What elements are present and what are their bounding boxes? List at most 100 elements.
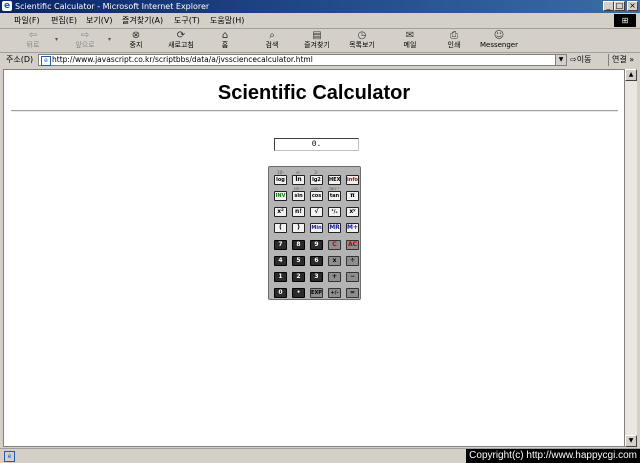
calc-key[interactable]: +: [328, 272, 341, 282]
calc-key[interactable]: ¹/ₓ: [328, 207, 341, 217]
refresh-icon: ⟳: [176, 30, 186, 41]
stop-button[interactable]: ⊗ 중지: [122, 30, 150, 52]
calc-key[interactable]: xʸ: [346, 207, 359, 217]
history-icon: ◷: [357, 30, 367, 41]
calc-key[interactable]: AC: [346, 240, 359, 250]
calc-key[interactable]: MR: [328, 223, 341, 233]
calc-key[interactable]: 4: [274, 256, 287, 266]
close-button[interactable]: ×: [627, 1, 638, 11]
calc-key-secondary-label: eˣ: [296, 170, 301, 175]
menu-file[interactable]: 파일(F): [14, 15, 40, 26]
forward-arrow-icon: ⇨: [80, 30, 90, 41]
address-input[interactable]: e http://www.javascript.co.kr/scriptbbs/…: [38, 54, 567, 66]
address-url[interactable]: http://www.javascript.co.kr/scriptbbs/da…: [52, 55, 313, 65]
menu-bar: 파일(F) 편집(E) 보기(V) 즐겨찾기(A) 도구(T) 도움말(H) ⊞: [0, 13, 640, 29]
address-dropdown-icon[interactable]: ▼: [555, 55, 566, 65]
menu-favorites[interactable]: 즐겨찾기(A): [122, 15, 163, 26]
calc-key[interactable]: INV: [274, 191, 287, 201]
calc-key[interactable]: (: [274, 223, 287, 233]
calc-key[interactable]: =: [346, 288, 359, 298]
print-button[interactable]: ⎙ 인쇄: [441, 30, 467, 52]
calculator-keypad: log 10ˣ ln eˣ lg2 2ˣ HEX info INV sin sin⁻¹ cos cos⁻…: [268, 166, 361, 300]
calc-key[interactable]: tan: [328, 191, 341, 201]
window-title: Scientific Calculator - Microsoft Intern…: [15, 2, 210, 11]
mail-button[interactable]: ✉ 메일: [396, 30, 424, 52]
stop-icon: ⊗: [131, 30, 141, 41]
page-content: Scientific Calculator 0. log 10ˣ ln eˣ lg2 2ˣ…: [3, 69, 625, 447]
calc-key[interactable]: 3: [310, 272, 323, 282]
calc-key-secondary-label: cos⁻¹: [311, 186, 322, 191]
scroll-up-icon[interactable]: ▲: [625, 69, 637, 81]
calc-key[interactable]: ÷: [346, 256, 359, 266]
calc-key[interactable]: x²: [274, 207, 287, 217]
ie-icon: e: [2, 1, 12, 11]
menu-tools[interactable]: 도구(T): [174, 15, 200, 26]
calc-key[interactable]: EXP: [310, 288, 323, 298]
mail-icon: ✉: [405, 30, 415, 41]
favorites-icon: ▤: [312, 30, 322, 41]
copyright-text: Copyright(c) http://www.happycgi.com: [466, 449, 640, 463]
calc-key[interactable]: 6: [310, 256, 323, 266]
go-button[interactable]: ⇨이동: [570, 54, 591, 66]
calc-key[interactable]: ): [292, 223, 305, 233]
scroll-down-icon[interactable]: ▼: [625, 435, 637, 447]
calc-key-secondary-label: tan⁻¹: [329, 186, 340, 191]
title-bar: e Scientific Calculator - Microsoft Inte…: [0, 0, 640, 13]
search-button[interactable]: ⌕ 검색: [258, 30, 286, 52]
back-button[interactable]: ⇦ 뒤로 ▾: [18, 30, 58, 52]
vertical-scrollbar[interactable]: ▲ ▼: [625, 69, 637, 447]
calc-key[interactable]: √: [310, 207, 323, 217]
calc-key[interactable]: •: [292, 288, 305, 298]
calc-key[interactable]: 2: [292, 272, 305, 282]
calc-key[interactable]: info: [346, 175, 359, 185]
calc-key[interactable]: lg2: [310, 175, 323, 185]
calc-key-secondary-label: 10ˣ: [277, 170, 284, 175]
calc-key[interactable]: −: [346, 272, 359, 282]
calc-key[interactable]: 1: [274, 272, 287, 282]
menu-help[interactable]: 도움말(H): [210, 15, 244, 26]
calc-key[interactable]: +/-: [328, 288, 341, 298]
page-icon: e: [41, 56, 51, 66]
back-arrow-icon: ⇦: [28, 30, 38, 41]
menu-edit[interactable]: 편집(E): [51, 15, 77, 26]
calc-key[interactable]: x: [328, 256, 341, 266]
calc-key[interactable]: cos: [310, 191, 323, 201]
calc-key[interactable]: n!: [292, 207, 305, 217]
calc-key[interactable]: M+: [346, 223, 359, 233]
go-arrow-icon: ⇨: [570, 55, 577, 64]
printer-icon: ⎙: [450, 30, 458, 41]
calc-key[interactable]: C: [328, 240, 341, 250]
favorites-button[interactable]: ▤ 즐겨찾기: [298, 30, 336, 52]
address-label: 주소(D): [6, 55, 34, 64]
minimize-button[interactable]: _: [603, 1, 614, 11]
calculator-display[interactable]: 0.: [274, 138, 359, 151]
history-button[interactable]: ◷ 목록보기: [343, 30, 381, 52]
maximize-button[interactable]: □: [614, 1, 625, 11]
menu-view[interactable]: 보기(V): [86, 15, 112, 26]
address-bar: 주소(D) e http://www.javascript.co.kr/scri…: [0, 53, 640, 67]
messenger-button[interactable]: ☺ Messenger: [474, 30, 524, 52]
calc-key[interactable]: log: [274, 175, 287, 185]
home-button[interactable]: ⌂ 홈: [214, 30, 236, 52]
forward-button[interactable]: ⇨ 앞으로 ▾: [68, 30, 111, 52]
calc-key[interactable]: 7: [274, 240, 287, 250]
links-button[interactable]: 연결 »: [608, 54, 634, 66]
calc-key[interactable]: 8: [292, 240, 305, 250]
calc-key[interactable]: ln: [292, 175, 305, 185]
calc-key[interactable]: 0: [274, 288, 287, 298]
calc-key[interactable]: π: [346, 191, 359, 201]
search-icon: ⌕: [269, 30, 275, 41]
calc-key[interactable]: sin: [292, 191, 305, 201]
messenger-icon: ☺: [493, 30, 505, 41]
page-status-icon: e: [4, 451, 15, 462]
toolbar: ⇦ 뒤로 ▾ ⇨ 앞으로 ▾ ⊗ 중지 ⟳ 새로고침 ⌂ 홈 ⌕ 검색 ▤ 즐겨…: [0, 29, 640, 53]
forward-dropdown-icon[interactable]: ▾: [108, 36, 111, 43]
calc-key[interactable]: HEX: [328, 175, 341, 185]
calc-key[interactable]: Min: [310, 223, 323, 233]
windows-logo-icon: ⊞: [614, 14, 636, 27]
refresh-button[interactable]: ⟳ 새로고침: [161, 30, 201, 52]
calc-key[interactable]: 9: [310, 240, 323, 250]
back-dropdown-icon[interactable]: ▾: [55, 36, 58, 43]
home-icon: ⌂: [221, 30, 229, 41]
calc-key[interactable]: 5: [292, 256, 305, 266]
